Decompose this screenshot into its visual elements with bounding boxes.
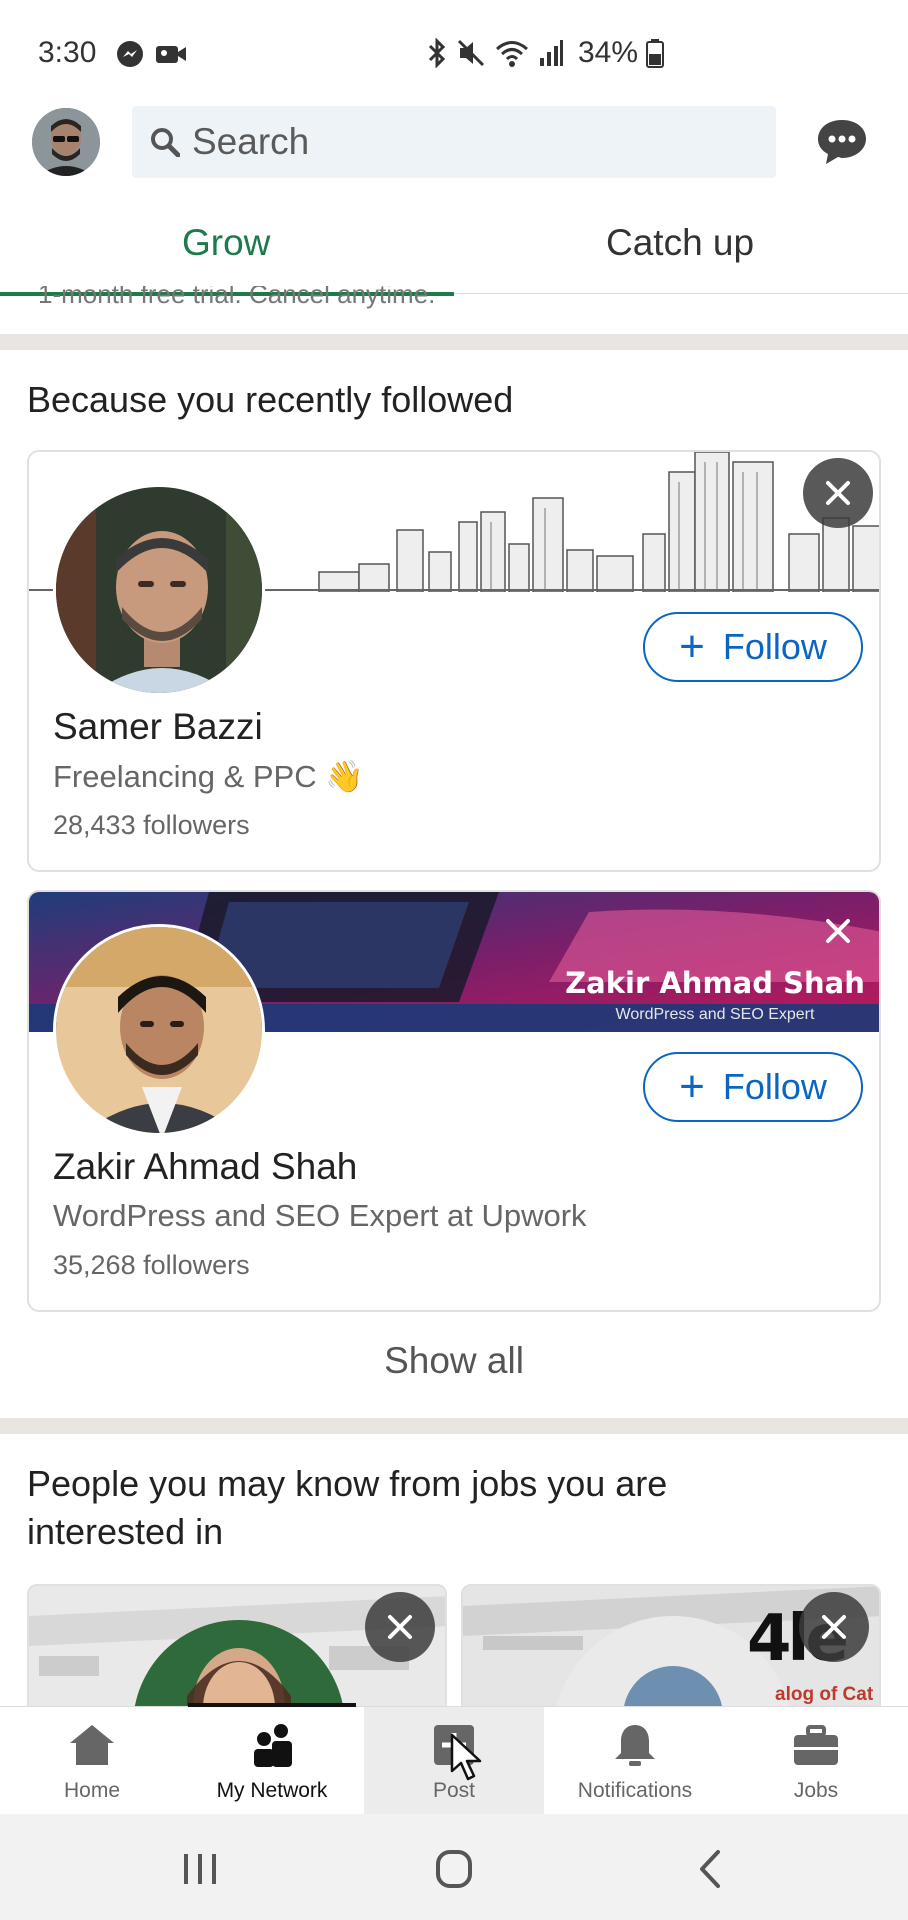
banner-title: Zakir Ahmad Shah [565,966,865,1000]
nav-notifications[interactable]: Notifications [545,1707,725,1815]
show-all-button[interactable]: Show all [0,1340,908,1382]
system-nav-bar [0,1814,908,1920]
close-icon [826,481,850,505]
video-icon [156,46,186,63]
close-icon [388,1615,412,1639]
avatar[interactable] [32,108,100,176]
status-right-icons: 34% [426,36,665,70]
plus-icon: + [679,1062,705,1111]
avatar[interactable] [53,484,265,696]
follow-card[interactable]: Zakir Ahmad Shah WordPress and SEO Exper… [27,890,881,1312]
card-followers: 28,433 followers [53,810,250,840]
dismiss-button[interactable] [803,896,873,966]
tab-catch-up[interactable]: Catch up [606,222,754,264]
battery-icon [646,39,665,68]
company-logo-caption: alog of Cat [775,1684,874,1705]
top-bar [0,104,908,186]
section-title-line: interested in [27,1511,224,1552]
section-title-line: People you may know from jobs you are [27,1463,668,1504]
avatar[interactable] [53,924,265,1136]
bottom-nav: Home My Network Post Notifications Jobs [0,1703,908,1815]
close-icon [826,919,850,943]
home-button-icon[interactable] [424,1844,484,1894]
status-left-icons [116,40,188,68]
bluetooth-icon [428,38,446,68]
briefcase-icon [794,1725,838,1765]
wifi-icon [496,41,528,67]
bell-icon [615,1725,655,1766]
cursor-icon [450,1733,482,1781]
dismiss-button[interactable] [803,458,873,528]
mute-icon [457,39,485,67]
home-icon [70,1725,114,1765]
people-card[interactable] [27,1584,447,1714]
status-bar: 3:30 34% [0,0,908,104]
banner-subtitle: WordPress and SEO Expert [615,1006,815,1023]
tab-bar: Grow Catch up [0,202,908,296]
dismiss-button[interactable] [799,1592,869,1662]
section-divider [0,1418,908,1434]
dismiss-button[interactable] [365,1592,435,1662]
battery-percent: 34% [578,36,639,69]
card-headline: WordPress and SEO Expert at Upwork [53,1198,587,1233]
nav-my-network[interactable]: My Network [182,1707,362,1815]
section-title-people: People you may know from jobs you are in… [27,1460,667,1556]
nav-post[interactable]: Post [364,1707,544,1815]
follow-card[interactable]: + Follow Samer Bazzi Freelancing & PPC 👋… [27,450,881,872]
search-input[interactable] [192,121,752,163]
search-bar[interactable] [132,106,776,178]
section-divider [0,334,908,350]
follow-label: Follow [722,626,827,667]
people-card[interactable]: 4le alog of Cat [461,1584,881,1714]
nav-label: Jobs [793,1779,839,1802]
nav-jobs[interactable]: Jobs [726,1707,906,1815]
status-time: 3:30 [38,36,97,69]
search-icon [151,128,180,157]
close-icon [822,1615,846,1639]
card-followers: 35,268 followers [53,1250,250,1280]
nav-label: Home [63,1779,121,1802]
nav-home[interactable]: Home [2,1707,182,1815]
section-title-recently-followed: Because you recently followed [27,379,514,420]
card-name[interactable]: Zakir Ahmad Shah [53,1146,357,1188]
messenger-icon [117,41,143,67]
nav-label: Notifications [577,1779,693,1802]
tab-grow[interactable]: Grow [182,222,270,264]
card-name[interactable]: Samer Bazzi [53,706,263,748]
premium-trial-text: 1-month free trial. Cancel anytime. [38,286,436,309]
follow-button[interactable]: + Follow [643,612,863,682]
back-icon[interactable] [680,1844,740,1894]
follow-button[interactable]: + Follow [643,1052,863,1122]
recent-apps-icon[interactable] [170,1844,230,1894]
follow-label: Follow [722,1066,827,1107]
signal-icon [540,40,563,66]
plus-icon: + [679,622,705,671]
messaging-icon[interactable] [816,118,868,166]
network-icon [254,1724,292,1767]
card-headline: Freelancing & PPC 👋 [53,759,364,794]
nav-label: My Network [216,1779,328,1802]
